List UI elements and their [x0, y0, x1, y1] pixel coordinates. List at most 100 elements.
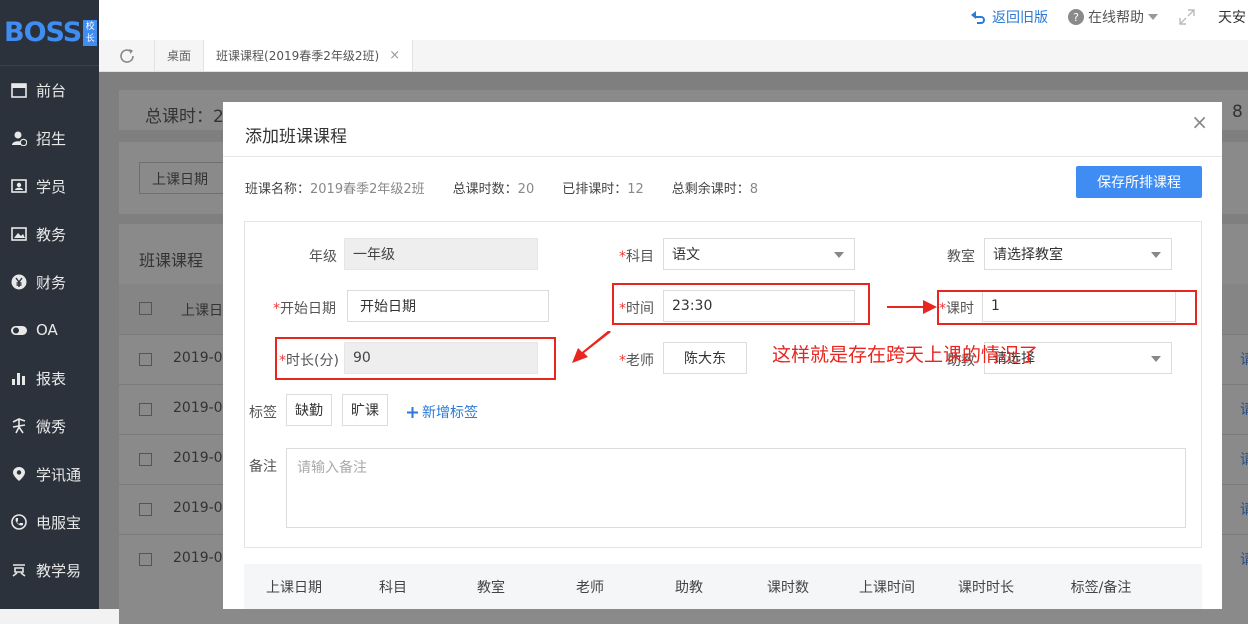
logo-text: BOSS [4, 17, 81, 48]
remark-label: 备注 [249, 456, 277, 476]
online-help-label: 在线帮助 [1088, 7, 1144, 27]
plus-icon [407, 407, 418, 418]
course-form: 年级 一年级 *科目 语文 教室 请选择教室 *开始日期 开始日期 *时间 23… [244, 221, 1202, 548]
sidebar-item-label: 报表 [36, 368, 66, 389]
grade-label: 年级 [309, 246, 337, 266]
bar-chart-icon [10, 369, 28, 387]
arrow-right-icon [887, 298, 937, 316]
row-checkbox [139, 403, 152, 416]
class-name-info: 班课名称：2019春季2年级2班 [245, 178, 425, 197]
subject-select[interactable]: 语文 [663, 238, 855, 270]
sidebar-item-label: 学员 [36, 176, 66, 197]
calendar-icon [10, 81, 28, 99]
tag-truant-button[interactable]: 旷课 [342, 394, 388, 426]
room-select[interactable]: 请选择教室 [984, 238, 1172, 270]
caret-down-icon [1148, 14, 1158, 20]
sidebar: BOSS 校长 前台招生学员教务财务 OA 报表微秀学讯通电服宝教学易 [0, 0, 99, 609]
start-date-input[interactable]: 开始日期 [347, 290, 549, 322]
sidebar-item-8[interactable]: 学讯通 [0, 450, 99, 498]
sidebar-item-1[interactable]: 招生 [0, 114, 99, 162]
add-class-course-modal: 添加班课课程 × 班课名称：2019春季2年级2班 总课时数：20 已排课时：1… [223, 102, 1222, 609]
right-number-bg: 8 [1232, 102, 1243, 122]
arrow-down-left-icon [570, 331, 612, 365]
phone-icon [10, 513, 28, 531]
table-header-cell: 上课日期 [244, 577, 344, 597]
total-hours-info: 总课时数：20 [453, 178, 535, 197]
save-courses-button[interactable]: 保存所排课程 [1076, 166, 1202, 198]
back-old-version-link[interactable]: 返回旧版 [970, 7, 1048, 27]
sidebar-item-label: 教务 [36, 224, 66, 245]
row-action-link: 请 [1240, 399, 1248, 419]
refresh-button[interactable] [99, 40, 155, 71]
topbar: 返回旧版 ? 在线帮助 天安 [99, 0, 1248, 40]
sidebar-item-label: 学讯通 [36, 464, 81, 485]
duration-highlight-box [275, 337, 556, 380]
schedule-table-header: 上课日期科目教室老师助教课时数上课时间课时时长标签/备注 [244, 564, 1202, 609]
sidebar-item-9[interactable]: 电服宝 [0, 498, 99, 546]
remaining-hours-info: 总剩余课时：8 [672, 178, 758, 197]
chevron-down-icon [834, 252, 844, 258]
id-card-icon [10, 177, 28, 195]
location-icon [10, 465, 28, 483]
svg-text:?: ? [1073, 11, 1079, 24]
grade-field: 一年级 [344, 238, 538, 270]
tab-desktop[interactable]: 桌面 [155, 40, 204, 71]
chevron-down-icon [1151, 356, 1161, 362]
close-icon[interactable]: × [1191, 110, 1208, 134]
sidebar-item-3[interactable]: 教务 [0, 210, 99, 258]
sidebar-item-label: 电服宝 [36, 512, 81, 533]
fullscreen-icon[interactable] [1178, 8, 1196, 26]
user-name[interactable]: 天安 [1218, 7, 1248, 27]
tag-absent-button[interactable]: 缺勤 [286, 394, 332, 426]
sidebar-item-7[interactable]: 微秀 [0, 402, 99, 450]
table-header-cell: 课时时长 [936, 577, 1036, 597]
sidebar-item-6[interactable]: 报表 [0, 354, 99, 402]
row-checkbox [139, 553, 152, 566]
start-date-label: *开始日期 [273, 298, 336, 318]
table-header-cell: 助教 [640, 577, 738, 597]
room-label: 教室 [947, 246, 975, 266]
teacher-label: *老师 [619, 350, 654, 370]
scheduled-hours-info: 已排课时：12 [562, 178, 644, 197]
class-info-row: 班课名称：2019春季2年级2班 总课时数：20 已排课时：12 总剩余课时：8 [245, 178, 758, 197]
close-tab-icon[interactable]: × [389, 48, 400, 63]
table-header-cell: 老师 [540, 577, 640, 597]
online-help-menu[interactable]: ? 在线帮助 [1068, 7, 1158, 27]
annotation-text: 这样就是存在跨天上课的情况了 [772, 340, 1038, 367]
sidebar-item-label: 招生 [36, 128, 66, 149]
total-hours-bg: 总课时：2 [145, 102, 224, 127]
add-tag-button[interactable]: 新增标签 [407, 402, 478, 422]
time-highlight-box [612, 283, 870, 325]
sidebar-item-2[interactable]: 学员 [0, 162, 99, 210]
xiu-icon [10, 417, 28, 435]
modal-title: 添加班课课程 [245, 122, 347, 147]
teacher-select[interactable]: 陈大东 [663, 342, 747, 374]
hours-highlight-box [937, 290, 1197, 325]
row-action-link: 请 [1240, 549, 1248, 569]
sidebar-item-4[interactable]: 财务 [0, 258, 99, 306]
modal-divider [223, 156, 1222, 157]
sidebar-item-label: 微秀 [36, 416, 66, 437]
easy-icon [10, 561, 28, 579]
table-header-cell: 标签/备注 [1036, 577, 1166, 597]
tab-class-course[interactable]: 班课课程(2019春季2年级2班) × [204, 40, 413, 71]
sidebar-item-0[interactable]: 前台 [0, 66, 99, 114]
tab-class-course-label: 班课课程(2019春季2年级2班) [216, 47, 379, 64]
sidebar-item-label: 前台 [36, 80, 66, 101]
table-header-cell: 课时数 [738, 577, 838, 597]
logo[interactable]: BOSS 校长 [0, 0, 99, 66]
sidebar-item-5[interactable]: OA [0, 306, 99, 354]
remark-textarea[interactable]: 请输入备注 [286, 448, 1186, 528]
table-header-cell: 教室 [442, 577, 540, 597]
date-filter-label-bg: 上课日期 [152, 169, 208, 189]
sidebar-item-label: 财务 [36, 272, 66, 293]
row-checkbox [139, 353, 152, 366]
toggle-icon [10, 321, 28, 339]
subject-label: *科目 [619, 246, 654, 266]
image-book-icon [10, 225, 28, 243]
question-icon: ? [1068, 9, 1084, 25]
sidebar-item-10[interactable]: 教学易 [0, 546, 99, 594]
refresh-icon [118, 47, 136, 65]
yen-icon [10, 273, 28, 291]
chevron-down-icon [1151, 252, 1161, 258]
